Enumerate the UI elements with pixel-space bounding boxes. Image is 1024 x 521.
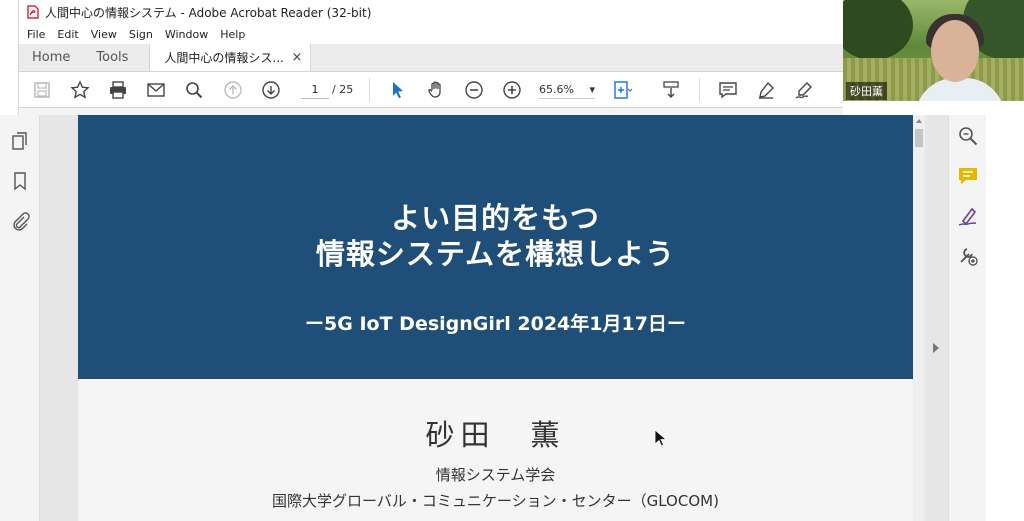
collapse-right-panel-icon[interactable] <box>933 343 939 353</box>
slide-affiliation-2: 国際大学グローバル・コミュニケーション・センター（GLOCOM) <box>272 492 719 510</box>
slide-event-subtitle: ー5G IoT DesignGirl 2024年1月17日ー <box>305 313 686 335</box>
tab-tools[interactable]: Tools <box>83 44 141 71</box>
toolbar-divider <box>369 78 370 102</box>
zoom-select[interactable]: 65.6% ▾ <box>539 81 595 99</box>
zoom-in-icon[interactable] <box>501 79 523 101</box>
page-total: / 25 <box>332 83 354 96</box>
mouse-cursor-icon <box>654 429 666 447</box>
participant-name-label: 砂田薫 <box>846 82 887 100</box>
highlight-icon[interactable] <box>755 79 777 101</box>
select-cursor-icon[interactable] <box>387 79 409 101</box>
toolbar-divider <box>699 78 700 102</box>
menu-window[interactable]: Window <box>165 28 208 41</box>
webcam-video-tile: 砂田薫 <box>843 0 1024 101</box>
screen: 人間中心の情報システム - Adobe Acrobat Reader (32-b… <box>0 0 1024 521</box>
slide-affiliation-1: 情報システム学会 <box>435 466 556 484</box>
slide-author: 砂田 薫 <box>425 418 566 452</box>
vertical-scrollbar[interactable] <box>913 115 925 521</box>
hand-icon[interactable] <box>425 79 447 101</box>
bookmark-icon[interactable] <box>10 171 30 191</box>
star-icon[interactable] <box>69 79 91 101</box>
document-viewport: よい目的をもつ 情報システムを構想しよう ー5G IoT DesignGirl … <box>40 115 948 521</box>
fit-page-icon[interactable] <box>611 79 633 101</box>
menu-file[interactable]: File <box>27 28 45 41</box>
right-tools-panel <box>948 115 986 521</box>
toolbar: 1 / 25 65.6% ▾ <box>19 72 843 108</box>
scroll-up-icon[interactable] <box>916 119 922 123</box>
page-thumbnails-icon[interactable] <box>10 131 30 151</box>
page-number-input[interactable]: 1 <box>301 81 329 99</box>
tab-document-label: 人間中心の情報シス... <box>164 51 284 65</box>
comment-tool-icon[interactable] <box>957 165 979 187</box>
left-nav-panel <box>0 115 40 521</box>
page-up-icon[interactable] <box>222 79 244 101</box>
comment-icon[interactable] <box>717 79 739 101</box>
menu-help[interactable]: Help <box>220 28 245 41</box>
zoom-tool-icon[interactable] <box>957 125 979 147</box>
print-icon[interactable] <box>107 79 129 101</box>
tab-home[interactable]: Home <box>19 44 83 71</box>
more-tools-icon[interactable] <box>957 245 979 267</box>
slide-title-banner: よい目的をもつ 情報システムを構想しよう ー5G IoT DesignGirl … <box>78 115 913 379</box>
fill-sign-icon[interactable] <box>957 205 979 227</box>
page-down-icon[interactable] <box>260 79 282 101</box>
webcam-person-face <box>931 20 979 82</box>
email-icon[interactable] <box>145 79 167 101</box>
scrollbar-thumb[interactable] <box>915 129 923 147</box>
zoom-value: 65.6% <box>539 83 574 96</box>
scroll-mode-icon[interactable] <box>660 79 682 101</box>
save-icon[interactable] <box>31 79 53 101</box>
pdf-page: よい目的をもつ 情報システムを構想しよう ー5G IoT DesignGirl … <box>78 115 913 521</box>
menu-sign[interactable]: Sign <box>129 28 153 41</box>
slide-title-line2: 情報システムを構想しよう <box>315 237 676 271</box>
search-icon[interactable] <box>183 79 205 101</box>
tab-document[interactable]: 人間中心の情報シス... × <box>149 44 312 71</box>
menu-view[interactable]: View <box>91 28 117 41</box>
menu-edit[interactable]: Edit <box>57 28 78 41</box>
tab-bar: Home Tools 人間中心の情報シス... × <box>19 44 843 72</box>
attachment-icon[interactable] <box>10 211 30 231</box>
pdf-logo-icon <box>27 5 39 19</box>
zoom-out-icon[interactable] <box>463 79 485 101</box>
window-title: 人間中心の情報システム - Adobe Acrobat Reader (32-b… <box>45 5 372 20</box>
close-tab-icon[interactable]: × <box>292 50 303 65</box>
title-bar: 人間中心の情報システム - Adobe Acrobat Reader (32-b… <box>19 0 843 24</box>
chevron-down-icon: ▾ <box>589 83 595 96</box>
menu-bar: File Edit View Sign Window Help <box>19 24 843 44</box>
sign-icon[interactable] <box>793 79 815 101</box>
